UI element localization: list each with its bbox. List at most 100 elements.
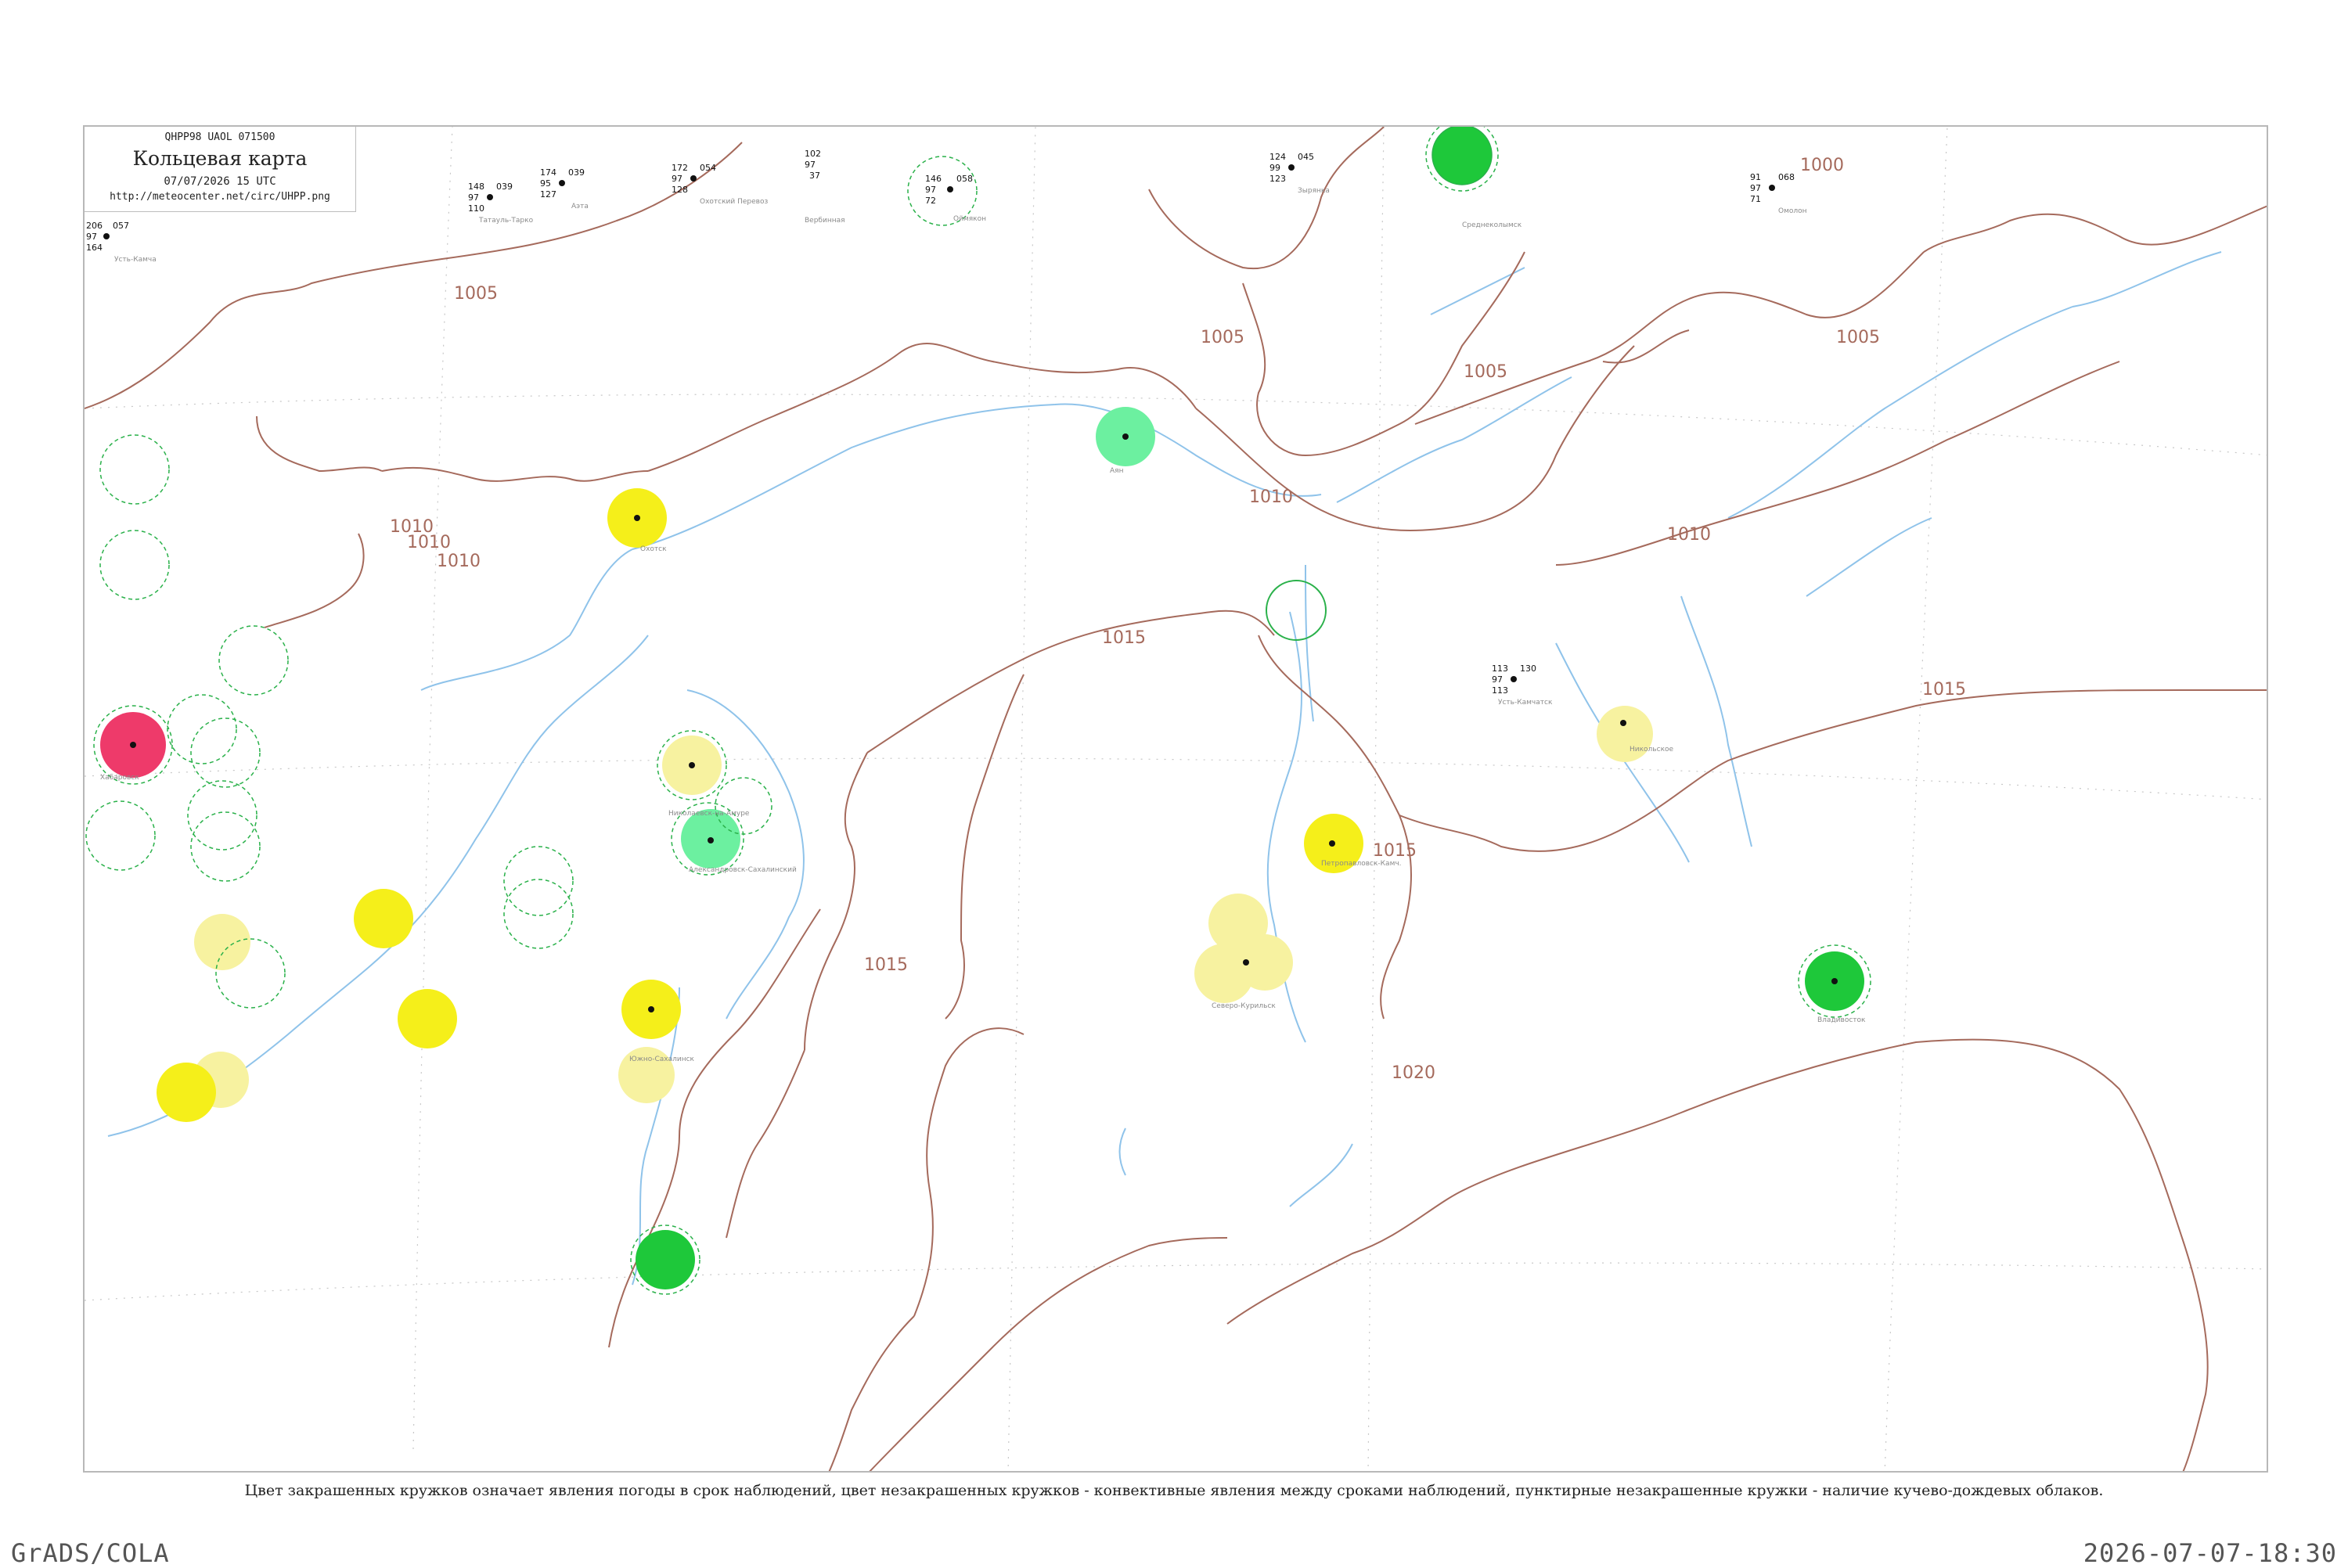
coastlines (107, 251, 2222, 1286)
svg-text:Среднеколымск: Среднеколымск (1462, 221, 1522, 229)
station-marker (157, 1063, 216, 1122)
svg-text:Зырянка: Зырянка (1298, 187, 1330, 195)
svg-text:91: 91 (1750, 172, 1761, 182)
svg-text:97: 97 (86, 232, 97, 242)
svg-text:102: 102 (805, 149, 821, 159)
station-marker (194, 914, 250, 970)
svg-text:124: 124 (1269, 152, 1286, 162)
isobar-label: 1015 (864, 955, 908, 975)
svg-text:Охотск: Охотск (640, 545, 667, 553)
svg-text:97: 97 (672, 174, 682, 184)
svg-text:164: 164 (86, 243, 103, 253)
station-marker (218, 625, 289, 696)
svg-text:Аэта: Аэта (571, 203, 589, 210)
svg-text:174: 174 (540, 167, 556, 178)
svg-text:Усть-Камчатск: Усть-Камчатск (1498, 699, 1553, 707)
station-marker (1597, 706, 1653, 762)
isobar-label: 1005 (454, 284, 498, 304)
svg-text:148: 148 (468, 182, 484, 192)
isobar-label: 1010 (407, 533, 451, 552)
isobar-label: 1010 (1667, 525, 1711, 545)
svg-text:95: 95 (540, 178, 551, 189)
svg-text:71: 71 (1750, 194, 1761, 204)
svg-text:97: 97 (468, 192, 479, 203)
svg-text:72: 72 (925, 196, 936, 206)
station-marker (503, 846, 574, 916)
station-markers (85, 127, 1871, 1295)
isobar-label: 1005 (1201, 328, 1244, 347)
footer-timestamp: 2026-07-07-18:30 (2083, 1538, 2337, 1568)
svg-text:97: 97 (925, 185, 936, 195)
map-frame: 1000 1005 1005 1005 1005 1010 1010 1010 … (83, 125, 2268, 1473)
isobar-label: 1015 (1373, 841, 1417, 861)
svg-text:110: 110 (468, 203, 484, 214)
svg-text:113: 113 (1492, 664, 1508, 674)
map-time: 07/07/2026 15 UTC (164, 175, 276, 188)
svg-text:Никольское: Никольское (1630, 746, 1674, 753)
map-title: Кольцевая карта (132, 147, 308, 170)
station-marker (1266, 580, 1327, 641)
map-url: http://meteocenter.net/circ/UHPP.png (110, 191, 330, 203)
svg-text:039: 039 (568, 167, 585, 178)
station-marker (503, 879, 574, 949)
svg-text:057: 057 (113, 221, 129, 231)
isobar-label: 1020 (1392, 1063, 1435, 1083)
svg-text:058: 058 (956, 174, 973, 184)
svg-text:Хабаровск: Хабаровск (100, 774, 139, 782)
isobar-label: 1010 (1249, 487, 1293, 507)
svg-text:Оймякон: Оймякон (953, 215, 986, 223)
weather-map[interactable]: 1000 1005 1005 1005 1005 1010 1010 1010 … (85, 127, 2268, 1473)
svg-text:37: 37 (809, 171, 820, 181)
svg-text:146: 146 (925, 174, 942, 184)
svg-text:Николаевск-на-Амуре: Николаевск-на-Амуре (668, 810, 750, 818)
svg-text:97: 97 (1492, 674, 1503, 685)
bulletin-code: QHPP98 UAOL 071500 (164, 131, 275, 143)
svg-text:99: 99 (1269, 163, 1280, 173)
station-plot: 174 95 127 039 Аэта (540, 167, 589, 210)
map-header: QHPP98 UAOL 071500 Кольцевая карта 07/07… (85, 127, 356, 212)
svg-text:130: 130 (1520, 664, 1536, 674)
station-marker (190, 811, 261, 882)
svg-text:Южно-Сахалинск: Южно-Сахалинск (629, 1056, 695, 1063)
svg-text:123: 123 (1269, 174, 1286, 184)
station-plot: 172 97 128 054 Охотский Перевоз (672, 163, 768, 206)
station-marker (215, 938, 286, 1009)
station-marker (715, 777, 772, 835)
station-marker (190, 717, 261, 788)
station-marker (354, 889, 413, 948)
footer-credit: GrADS/COLA (11, 1538, 170, 1568)
svg-text:172: 172 (672, 163, 688, 173)
station-plot: 148 97 110 039 Татауль-Тарко (468, 182, 534, 225)
svg-text:045: 045 (1298, 152, 1314, 162)
station-plot: 91 97 71 068 Омолон (1750, 172, 1807, 215)
svg-text:Северо-Курильск: Северо-Курильск (1212, 1002, 1276, 1010)
svg-text:054: 054 (700, 163, 716, 173)
isobar-label: 1000 (1800, 156, 1844, 175)
isobar-label: 1015 (1922, 680, 1966, 699)
station-plots: 206 97 164 057 Усть-Камча 170 97 155 042… (86, 149, 1866, 1063)
station-marker (167, 694, 237, 764)
svg-text:Омолон: Омолон (1778, 207, 1807, 215)
station-marker (1431, 127, 1493, 185)
station-marker (99, 434, 170, 505)
station-plot: 146 97 72 058 Оймякон (925, 174, 986, 223)
station-plot: 113 97 113 130 Усть-Камчатск (1492, 664, 1553, 707)
svg-text:Владивосток: Владивосток (1817, 1016, 1866, 1024)
station-marker (99, 530, 170, 600)
station-plot: 102 97 37 Вербинная (805, 149, 845, 225)
svg-text:Петропавловск-Камч.: Петропавловск-Камч. (1321, 860, 1402, 868)
station-marker (398, 989, 457, 1048)
svg-text:127: 127 (540, 189, 556, 200)
station-marker (636, 1230, 695, 1289)
isobar-labels: 1000 1005 1005 1005 1005 1010 1010 1010 … (390, 156, 1966, 1083)
isobars (85, 127, 2267, 1471)
station-marker (1194, 944, 1254, 1003)
graticule (85, 127, 2267, 1471)
svg-text:Охотский Перевоз: Охотский Перевоз (700, 198, 768, 206)
svg-text:Татауль-Тарко: Татауль-Тарко (478, 217, 534, 225)
station-marker (187, 780, 257, 851)
station-marker (85, 800, 156, 871)
station-plot: Среднеколымск (1462, 221, 1522, 229)
isobar-label: 1015 (1102, 628, 1146, 648)
svg-text:113: 113 (1492, 685, 1508, 696)
